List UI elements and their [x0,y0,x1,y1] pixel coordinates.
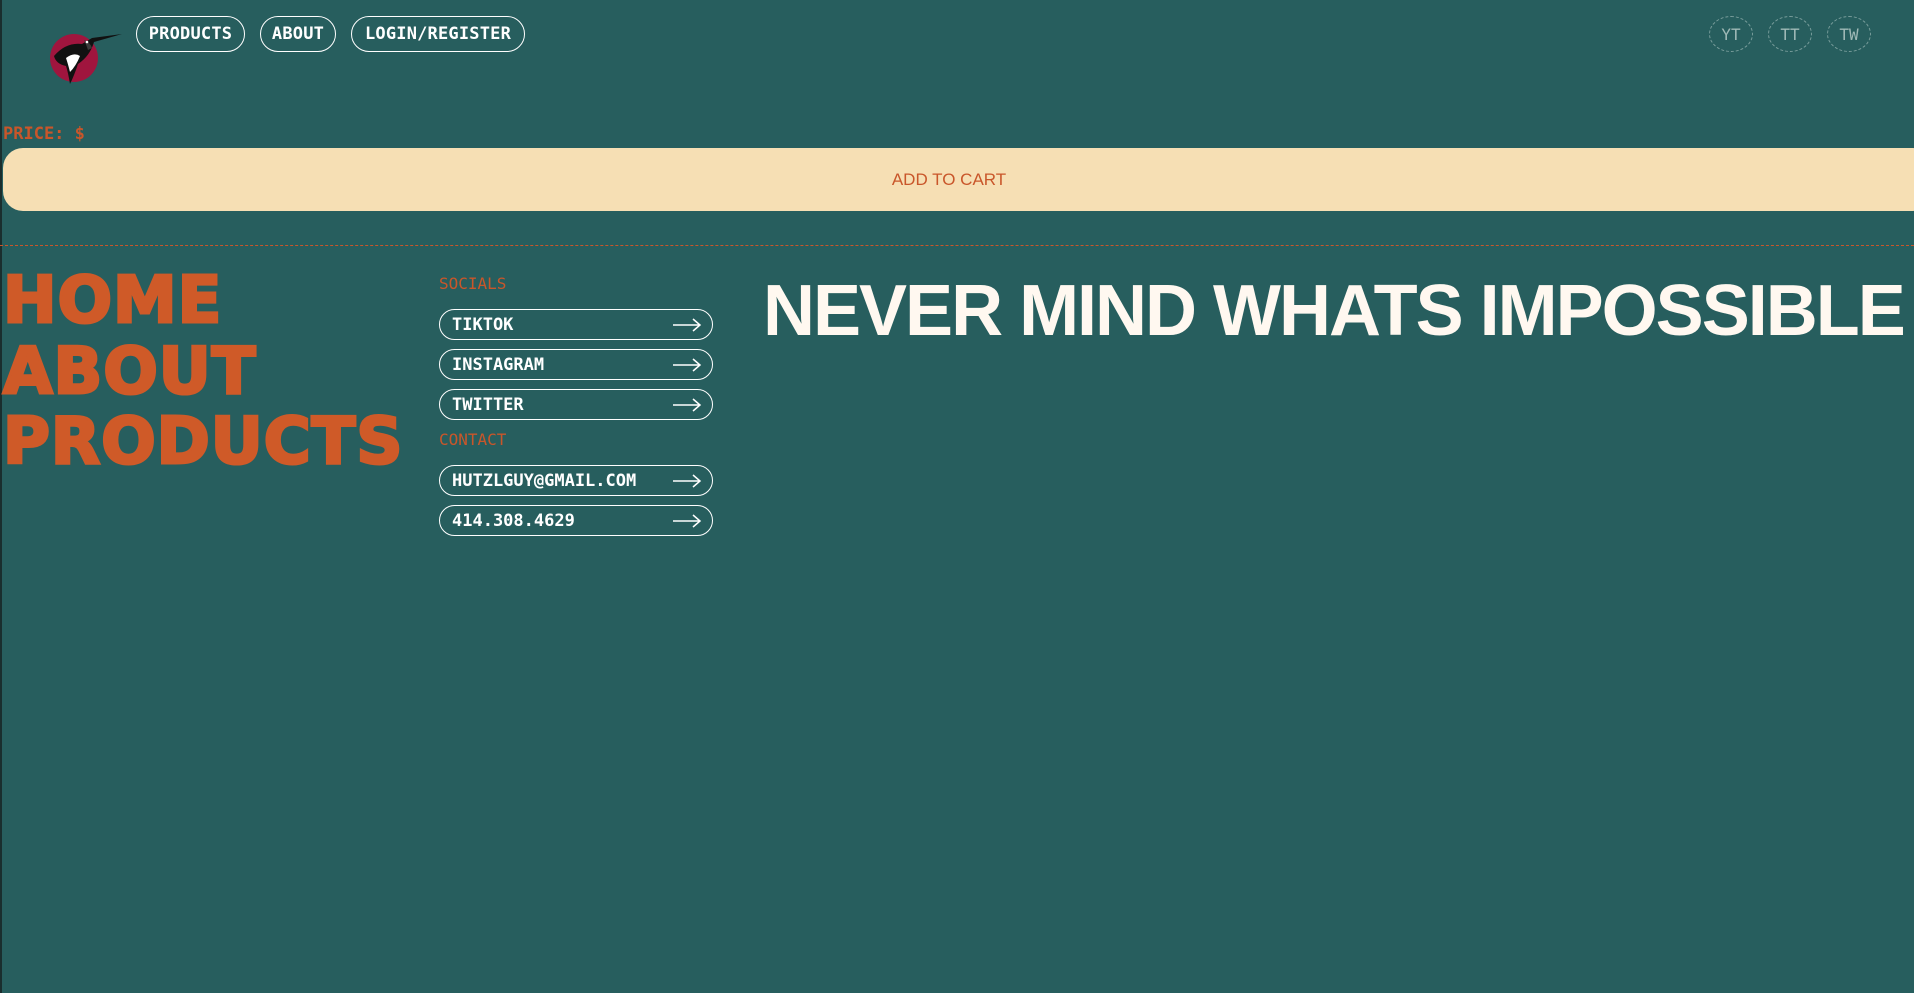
twitter-social-button[interactable]: TW [1827,16,1871,52]
arrow-right-icon [673,513,702,528]
arrow-right-icon [673,357,702,372]
tiktok-label: TT [1780,24,1800,44]
page-edge [0,0,2,993]
youtube-label: YT [1721,24,1741,44]
contact-link-phone[interactable]: 414.308.4629 [439,505,713,536]
contact-link-phone-label: 414.308.4629 [452,510,575,531]
contact-link-email-label: HUTZLGUY@GMAIL.COM [452,470,637,491]
social-link-instagram[interactable]: INSTAGRAM [439,349,713,380]
price-label: PRICE: $ [3,124,85,144]
social-link-tiktok[interactable]: TIKTOK [439,309,713,340]
nav-login-register[interactable]: LOGIN/REGISTER [351,16,525,52]
youtube-social-button[interactable]: YT [1709,16,1753,52]
footer-link-about[interactable]: ABOUT [1,336,256,409]
contact-heading: CONTACT [439,430,507,449]
footer-tagline: NEVER MIND WHATS IMPOSSIBLE [763,271,1906,351]
social-link-twitter[interactable]: TWITTER [439,389,713,420]
contact-link-email[interactable]: HUTZLGUY@GMAIL.COM [439,465,713,496]
add-to-cart-button[interactable]: ADD TO CART [3,148,1914,211]
nav-products-label: PRODUCTS [148,24,233,44]
footer-link-home[interactable]: HOME [1,265,222,338]
arrow-right-icon [673,317,702,332]
footer-link-products[interactable]: PRODUCTS [1,406,403,479]
twitter-label: TW [1839,24,1859,44]
socials-heading: SOCIALS [439,274,507,293]
hummingbird-logo[interactable] [44,28,124,88]
arrow-right-icon [673,397,702,412]
nav-login-register-label: LOGIN/REGISTER [364,24,512,44]
tiktok-social-button[interactable]: TT [1768,16,1812,52]
nav-products[interactable]: PRODUCTS [136,16,245,52]
arrow-right-icon [673,473,702,488]
social-link-twitter-label: TWITTER [452,394,524,415]
social-link-instagram-label: INSTAGRAM [452,354,545,375]
nav-about-label: ABOUT [271,24,325,44]
section-divider [0,245,1914,246]
social-link-tiktok-label: TIKTOK [452,314,514,335]
add-to-cart-label: ADD TO CART [891,169,1007,189]
nav-about[interactable]: ABOUT [260,16,336,52]
